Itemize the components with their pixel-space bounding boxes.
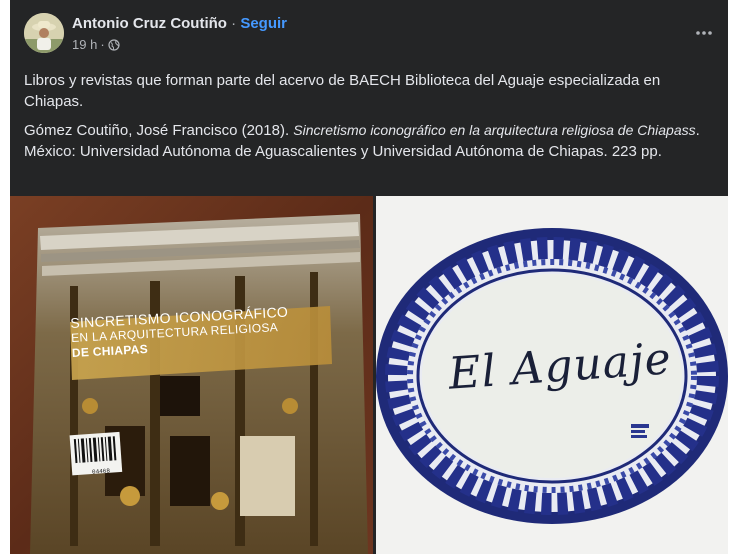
author-avatar[interactable]	[24, 13, 64, 53]
author-line: Antonio Cruz Coutiño · Seguir	[72, 15, 287, 32]
post-header: Antonio Cruz Coutiño · Seguir 19 h ·	[10, 0, 728, 66]
sign-photo[interactable]: El Aguaje	[376, 196, 728, 554]
time-separator: ·	[100, 37, 105, 52]
book-cover-photo[interactable]: SINCRETISMO ICONOGRÁFICO EN LA ARQUITECT…	[10, 196, 373, 554]
barcode-number: 04468	[91, 467, 111, 476]
facebook-post: Antonio Cruz Coutiño · Seguir 19 h · Lib…	[10, 0, 728, 554]
avatar-image	[24, 13, 64, 53]
more-horizontal-icon	[696, 31, 712, 35]
post-meta: 19 h ·	[72, 37, 120, 52]
citation-title: Sincretismo iconográfico en la arquitect…	[293, 122, 696, 138]
photo-grid: SINCRETISMO ICONOGRÁFICO EN LA ARQUITECT…	[10, 196, 728, 554]
globe-icon	[108, 38, 120, 51]
author-name[interactable]: Antonio Cruz Coutiño	[72, 15, 227, 32]
book-cover-image	[10, 196, 373, 554]
citation-prefix: Gómez Coutiño, José Francisco (2018).	[24, 122, 294, 139]
post-time[interactable]: 19 h	[72, 37, 97, 52]
follow-button[interactable]: Seguir	[240, 15, 287, 32]
post-paragraph-1: Libros y revistas que forman parte del a…	[24, 72, 661, 110]
author-separator: ·	[231, 15, 237, 32]
post-text: Libros y revistas que forman parte del a…	[24, 70, 722, 170]
post-citation: Gómez Coutiño, José Francisco (2018). Si…	[24, 120, 722, 162]
more-options-button[interactable]	[690, 22, 718, 44]
